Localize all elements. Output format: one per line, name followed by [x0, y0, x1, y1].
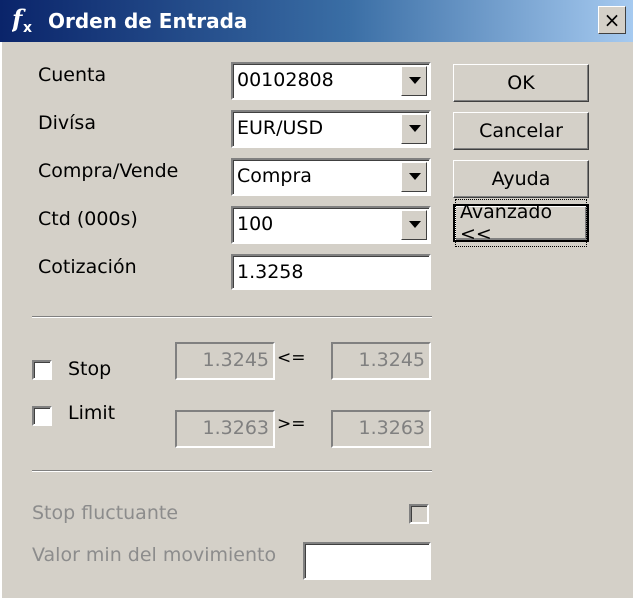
chevron-down-icon: [409, 125, 421, 132]
divisa-select[interactable]: EUR/USD: [231, 110, 431, 148]
compra-vende-label: Compra/Vende: [38, 160, 179, 182]
cuenta-dropdown-button[interactable]: [401, 66, 427, 96]
stop-price-right-value: 1.3245: [358, 349, 425, 371]
separator: [32, 470, 432, 472]
valor-min-input[interactable]: [303, 542, 431, 580]
limit-price-left-value: 1.3263: [202, 417, 269, 439]
cuenta-value: 00102808: [237, 69, 334, 91]
divisa-value: EUR/USD: [237, 117, 324, 139]
ok-button[interactable]: OK: [453, 64, 589, 102]
limit-price-right-value: 1.3263: [358, 417, 425, 439]
limit-label: Limit: [68, 402, 116, 424]
stop-fluctuante-label: Stop fluctuante: [32, 502, 179, 524]
limit-price-left: 1.3263: [175, 410, 275, 448]
separator: [32, 316, 432, 318]
cuenta-select[interactable]: 00102808: [231, 62, 431, 100]
chevron-down-icon: [409, 221, 421, 228]
ctd-label: Ctd (000s): [38, 208, 138, 230]
stop-checkbox[interactable]: [32, 360, 52, 380]
limit-checkbox[interactable]: [32, 406, 52, 426]
valor-min-label: Valor min del movimiento: [32, 544, 277, 566]
ayuda-button[interactable]: Ayuda: [453, 160, 589, 198]
avanzado-button[interactable]: Avanzado <<: [453, 199, 589, 247]
compra-vende-value: Compra: [237, 165, 312, 187]
svg-text:x: x: [23, 20, 32, 35]
stop-fluctuante-checkbox[interactable]: [409, 504, 429, 524]
cancelar-button[interactable]: Cancelar: [453, 112, 589, 150]
chevron-down-icon: [409, 77, 421, 84]
stop-price-left-value: 1.3245: [202, 349, 269, 371]
cotizacion-input[interactable]: 1.3258: [231, 254, 431, 290]
limit-price-right: 1.3263: [331, 410, 431, 448]
compra-vende-dropdown-button[interactable]: [401, 162, 427, 192]
cotizacion-label: Cotización: [38, 256, 137, 278]
compra-vende-select[interactable]: Compra: [231, 158, 431, 196]
cotizacion-value: 1.3258: [237, 261, 304, 283]
stop-operator: <=: [277, 348, 306, 368]
close-icon: ×: [603, 8, 621, 32]
close-button[interactable]: ×: [598, 6, 626, 34]
window-title: Orden de Entrada: [48, 9, 248, 33]
stop-label: Stop: [68, 358, 112, 380]
chevron-down-icon: [409, 173, 421, 180]
limit-operator: >=: [277, 414, 306, 434]
stop-price-right: 1.3245: [331, 342, 431, 380]
title-bar[interactable]: f x Orden de Entrada ×: [0, 0, 633, 42]
function-fx-icon: f x: [10, 4, 38, 36]
ctd-select[interactable]: 100: [231, 206, 431, 244]
avanzado-label: Avanzado <<: [455, 199, 587, 247]
divisa-dropdown-button[interactable]: [401, 114, 427, 144]
divisa-label: Divísa: [38, 112, 96, 134]
ctd-dropdown-button[interactable]: [401, 210, 427, 240]
stop-price-left: 1.3245: [175, 342, 275, 380]
ctd-value: 100: [237, 213, 274, 235]
cuenta-label: Cuenta: [38, 64, 107, 86]
order-entry-dialog: Cuenta Divísa Compra/Vende Ctd (000s) Co…: [0, 42, 633, 598]
